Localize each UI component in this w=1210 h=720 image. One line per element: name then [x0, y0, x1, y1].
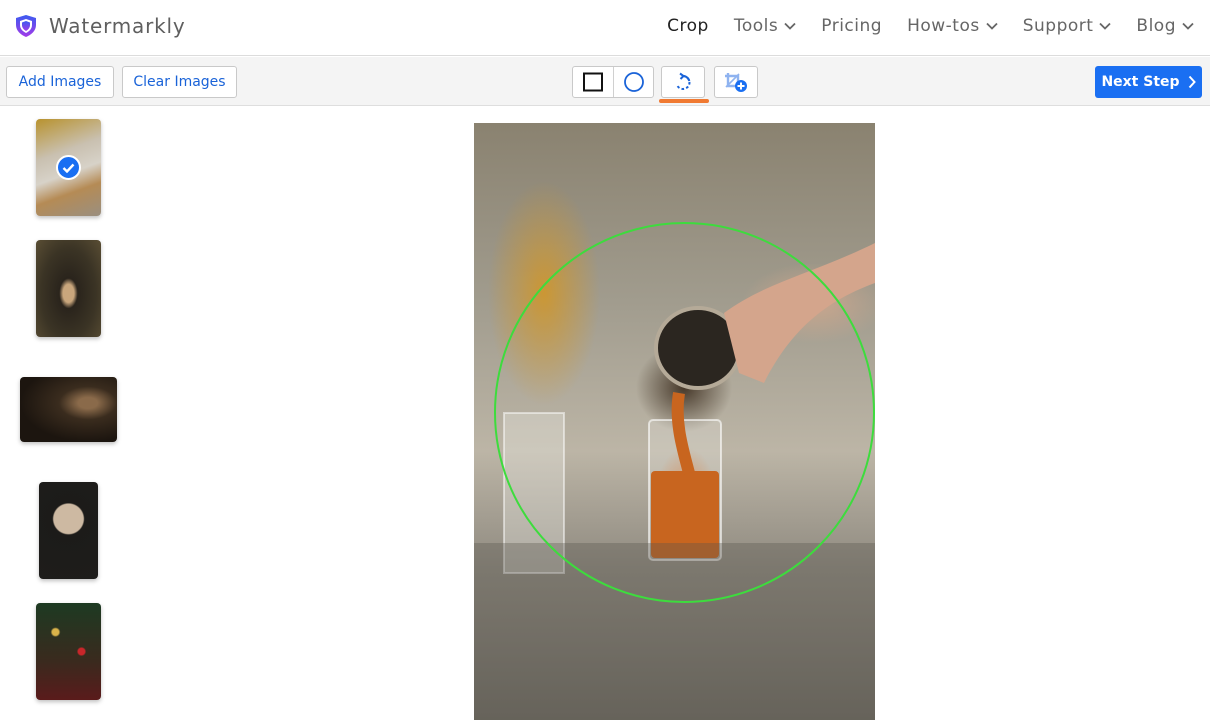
add-crop-area-button[interactable] — [714, 66, 758, 98]
brand-name: Watermarkly — [49, 14, 186, 38]
add-images-button[interactable]: Add Images — [6, 66, 114, 98]
thumbnail-image[interactable] — [39, 482, 98, 579]
nav-pricing[interactable]: Pricing — [821, 16, 882, 36]
image-thumbnail-list — [0, 107, 140, 720]
nav-how-tos[interactable]: How-tos — [907, 16, 998, 36]
crop-shape-selector — [572, 66, 654, 98]
add-crop-icon — [725, 73, 747, 92]
nav-blog[interactable]: Blog — [1136, 16, 1194, 36]
nav-how-tos-label: How-tos — [907, 16, 980, 36]
nav-crop[interactable]: Crop — [667, 16, 709, 36]
selected-check-icon — [56, 155, 81, 180]
rectangle-crop-button[interactable] — [573, 67, 613, 97]
active-tool-indicator — [659, 99, 709, 103]
chevron-down-icon — [986, 22, 998, 30]
thumbnail-image[interactable] — [36, 240, 101, 337]
clear-images-button[interactable]: Clear Images — [122, 66, 237, 98]
nav-support-label: Support — [1022, 16, 1094, 36]
brand-logo[interactable]: Watermarkly — [15, 14, 186, 38]
thumbnail-image[interactable] — [20, 377, 117, 442]
shield-logo-icon — [16, 15, 36, 37]
circle-crop-button[interactable] — [613, 67, 653, 97]
chevron-down-icon — [1099, 22, 1112, 30]
thumbnail-image[interactable] — [36, 603, 101, 700]
chevron-down-icon — [784, 22, 796, 30]
square-icon — [583, 72, 603, 92]
main-nav: Crop Tools Pricing How-tos Support Blog — [642, 16, 1194, 36]
nav-blog-label: Blog — [1136, 16, 1176, 36]
top-navigation-bar: Watermarkly Crop Tools Pricing How-tos S… — [0, 0, 1210, 56]
next-step-button[interactable]: Next Step — [1095, 66, 1202, 98]
circle-crop-area[interactable] — [494, 222, 875, 603]
crop-canvas-image[interactable] — [474, 123, 875, 720]
circle-icon — [623, 72, 644, 92]
nav-tools-label: Tools — [733, 16, 779, 36]
chevron-down-icon — [1182, 22, 1194, 30]
nav-crop-label: Crop — [667, 16, 709, 36]
nav-support[interactable]: Support — [1023, 16, 1112, 36]
rotate-icon — [675, 72, 691, 90]
nav-tools[interactable]: Tools — [734, 16, 796, 36]
chevron-right-icon — [1188, 75, 1196, 89]
nav-pricing-label: Pricing — [821, 16, 883, 36]
editor-toolbar: Add Images Clear Images Next Step — [0, 57, 1210, 106]
rotate-button[interactable] — [661, 66, 705, 98]
thumbnail-image[interactable] — [36, 119, 101, 216]
next-step-label: Next Step — [1101, 74, 1180, 90]
